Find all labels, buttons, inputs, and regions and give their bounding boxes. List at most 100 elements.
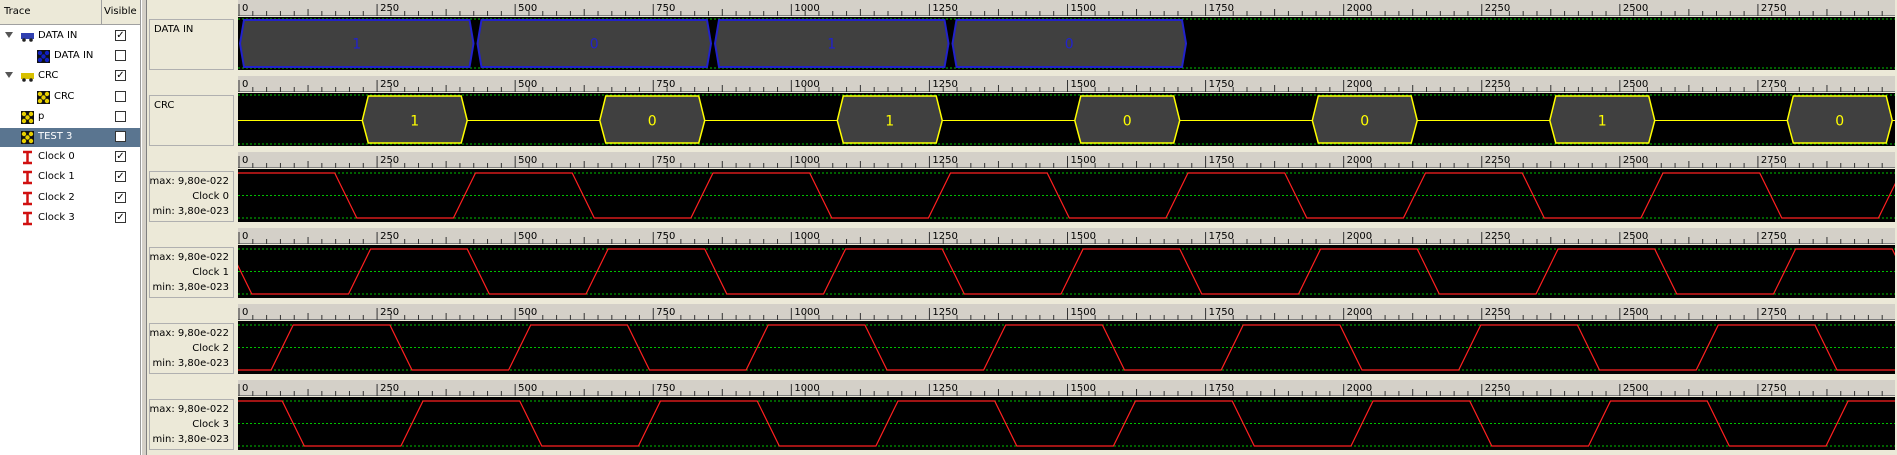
trace-row-data-in[interactable]: DATA IN: [0, 47, 140, 66]
trace-label: CRC: [38, 70, 59, 82]
waveform-plot[interactable]: [238, 169, 1895, 222]
ruler-tick-label: 0: [242, 155, 248, 166]
trace-row-p[interactable]: p: [0, 108, 140, 127]
trace-row-clock-0[interactable]: Clock 0 ✓: [0, 148, 140, 167]
lane-min-label: min: 3,80e-023: [152, 206, 229, 217]
ruler-tick-label: 250: [380, 3, 399, 14]
visible-checkbox[interactable]: [115, 131, 126, 142]
trace-row-crc[interactable]: CRC: [0, 88, 140, 107]
ruler-tick-label: 1000: [794, 155, 819, 166]
ruler-tick-label: 0: [242, 383, 248, 394]
ruler-tick-label: 0: [242, 307, 248, 318]
visible-checkbox[interactable]: ✓: [115, 171, 126, 183]
trace-row-clock-3[interactable]: Clock 3 ✓: [0, 209, 140, 228]
ruler-tick-label: 1500: [1071, 307, 1096, 318]
time-ruler[interactable]: 0 250 500 750 1000 1250 1500 1750 2000 2250 2500 27…: [238, 380, 1895, 396]
ruler-tick-label: 1250: [932, 3, 957, 14]
ruler-tick-label: 2500: [1623, 155, 1648, 166]
lane-label-crc: CRC: [149, 95, 234, 146]
bus-value-label: 0: [648, 114, 657, 130]
ruler-tick-label: 2500: [1623, 383, 1648, 394]
trace-label: Clock 0: [38, 151, 75, 163]
signal-icon: [20, 110, 35, 125]
ruler-tick-label: 500: [518, 383, 537, 394]
visible-checkbox[interactable]: ✓: [115, 151, 126, 163]
lane-min-label: min: 3,80e-023: [152, 434, 229, 445]
column-separator[interactable]: [101, 0, 102, 24]
visible-checkbox[interactable]: [115, 110, 126, 122]
ruler-tick-label: 500: [518, 79, 537, 90]
bus-value-label: 1: [827, 37, 836, 53]
column-header-visible[interactable]: Visible: [104, 6, 137, 17]
ruler-tick-label: 750: [656, 307, 675, 318]
lane-name: Clock 3: [192, 419, 229, 430]
splitter-handle[interactable]: [141, 0, 147, 455]
trace-row-clock-2[interactable]: Clock 2 ✓: [0, 189, 140, 208]
time-ruler[interactable]: 0 250 500 750 1000 1250 1500 1750 2000 2250 2500 27…: [238, 228, 1895, 244]
visible-checkbox[interactable]: ✓: [115, 70, 126, 82]
lane-max-label: max: 9,80e-022: [149, 404, 229, 415]
ruler-tick-label: 0: [242, 231, 248, 242]
ruler-tick-label: 250: [380, 231, 399, 242]
waveform-plot[interactable]: [238, 245, 1895, 298]
ruler-tick-label: 1000: [794, 383, 819, 394]
ruler-tick-label: 1250: [932, 155, 957, 166]
trace-row-crc[interactable]: CRC ✓: [0, 67, 140, 86]
lane-name: Clock 2: [192, 343, 229, 354]
lane-name: Clock 1: [192, 267, 229, 278]
visible-checkbox[interactable]: [115, 90, 126, 102]
ruler-tick-label: 750: [656, 155, 675, 166]
ruler-tick-label: 2000: [1347, 383, 1372, 394]
signal-icon: [36, 90, 51, 105]
ruler-tick-label: 2000: [1347, 79, 1372, 90]
column-header-trace[interactable]: Trace: [4, 6, 31, 17]
trace-label: DATA IN: [54, 50, 94, 62]
lane-label-clock-1: max: 9,80e-022 Clock 1 min: 3,80e-023: [149, 247, 234, 298]
waveform-plot[interactable]: 1 0 1 0: [238, 17, 1895, 70]
expand-triangle-icon[interactable]: [5, 72, 13, 79]
trace-row-clock-1[interactable]: Clock 1 ✓: [0, 168, 140, 187]
trace-label: CRC: [54, 90, 75, 102]
trace-label: Clock 3: [38, 211, 75, 223]
visible-checkbox[interactable]: ✓: [115, 211, 126, 223]
ruler-tick-label: 2750: [1761, 307, 1786, 318]
ruler-tick-label: 250: [380, 155, 399, 166]
ruler-tick-label: 2750: [1761, 79, 1786, 90]
visible-checkbox[interactable]: [115, 50, 126, 62]
clock-icon: [20, 211, 35, 226]
ruler-tick-label: 1750: [1209, 155, 1234, 166]
time-ruler[interactable]: 0 250 500 750 1000 1250 1500 1750 2000 2250 2500 27…: [238, 152, 1895, 168]
ruler-tick-label: 1750: [1209, 383, 1234, 394]
ruler-tick-label: 2250: [1485, 79, 1510, 90]
trace-row-test-3[interactable]: TEST 3: [0, 128, 140, 147]
trace-label: TEST 3: [38, 131, 73, 142]
lane-label-clock-3: max: 9,80e-022 Clock 3 min: 3,80e-023: [149, 399, 234, 450]
time-ruler[interactable]: 0 250 500 750 1000 1250 1500 1750 2000 2250 2500 27…: [238, 76, 1895, 92]
time-ruler[interactable]: 0 250 500 750 1000 1250 1500 1750 2000 2250 2500 27…: [238, 304, 1895, 320]
ruler-tick-label: 1250: [932, 79, 957, 90]
ruler-tick-label: 1250: [932, 231, 957, 242]
ruler-tick-label: 2750: [1761, 155, 1786, 166]
waveform-plot[interactable]: 1 0 1 0 0 1 0: [238, 93, 1895, 146]
ruler-tick-label: 2000: [1347, 231, 1372, 242]
ruler-tick-label: 500: [518, 231, 537, 242]
waveform-plot[interactable]: [238, 397, 1895, 450]
ruler-tick-label: 500: [518, 155, 537, 166]
lane-label-data-in: DATA IN: [149, 19, 234, 70]
ruler-tick-label: 750: [656, 79, 675, 90]
visible-checkbox[interactable]: ✓: [115, 30, 126, 41]
clock-icon: [20, 150, 35, 165]
lane-name: Clock 0: [192, 191, 229, 202]
ruler-tick-label: 0: [242, 3, 248, 14]
waveform-plot[interactable]: [238, 321, 1895, 374]
expand-triangle-icon[interactable]: [5, 32, 13, 38]
time-ruler[interactable]: 0 250 500 750 1000 1250 1500 1750 2000 2250 2500 27…: [238, 0, 1895, 16]
ruler-tick-label: 1000: [794, 79, 819, 90]
clock-icon: [20, 191, 35, 206]
visible-checkbox[interactable]: ✓: [115, 191, 126, 203]
lane-label-clock-2: max: 9,80e-022 Clock 2 min: 3,80e-023: [149, 323, 234, 374]
ruler-tick-label: 1250: [932, 307, 957, 318]
ruler-tick-label: 1000: [794, 307, 819, 318]
trace-row-data-in[interactable]: DATA IN ✓: [0, 27, 140, 46]
ruler-tick-label: 2250: [1485, 383, 1510, 394]
